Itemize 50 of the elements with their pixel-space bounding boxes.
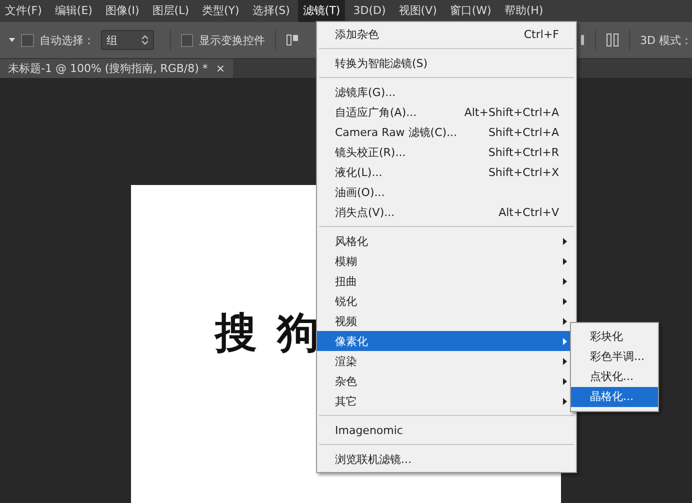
menu-item[interactable]: 油画(O)... xyxy=(317,182,576,202)
submenu-arrow-icon xyxy=(563,278,567,284)
menu-item[interactable]: 晶格化... xyxy=(571,387,658,407)
menu-item[interactable]: 文件(F) xyxy=(0,0,47,22)
checkbox[interactable] xyxy=(21,34,34,46)
menu-item[interactable]: 窗口(W) xyxy=(444,0,496,22)
checkbox[interactable] xyxy=(180,34,193,46)
align-icon[interactable] xyxy=(286,33,299,47)
menu-item[interactable]: 滤镜库(G)... xyxy=(317,82,576,102)
show-transform-label: 显示变换控件 xyxy=(198,32,265,48)
menu-item[interactable]: 模糊 xyxy=(317,251,576,271)
submenu-arrow-icon xyxy=(563,338,567,344)
caret-icon[interactable] xyxy=(8,37,16,43)
submenu-arrow-icon xyxy=(563,358,567,364)
menu-item[interactable]: 编辑(E) xyxy=(50,0,98,22)
submenu-arrow-icon xyxy=(563,378,567,384)
distribute-icon[interactable] xyxy=(580,33,586,47)
group-dropdown[interactable]: 组 xyxy=(100,30,154,50)
mode-label: 3D 模式： xyxy=(640,32,692,48)
menu-item[interactable]: Camera Raw 滤镜(C)... Shift+Ctrl+A xyxy=(317,122,576,142)
menu-item[interactable]: Imagenomic xyxy=(317,420,576,440)
menu-item[interactable]: 转换为智能滤镜(S) xyxy=(317,53,576,73)
menu-item[interactable]: 风格化 xyxy=(317,231,576,251)
menu-item[interactable]: 滤镜(T) xyxy=(298,0,346,22)
auto-select-label: 自动选择： xyxy=(40,32,95,48)
spinner-arrows-icon xyxy=(142,35,148,45)
menu-item[interactable]: 镜头校正(R)... Shift+Ctrl+R xyxy=(317,142,576,162)
menu-item[interactable]: 自适应广角(A)... Alt+Shift+Ctrl+A xyxy=(317,102,576,122)
submenu-arrow-icon xyxy=(563,318,567,324)
menu-item[interactable]: 视图(V) xyxy=(394,0,442,22)
menu-item[interactable]: 点状化... xyxy=(571,367,658,387)
menu-item[interactable]: 液化(L)... Shift+Ctrl+X xyxy=(317,162,576,182)
menu-item[interactable]: 浏览联机滤镜... xyxy=(317,449,576,469)
menu-item[interactable]: 图像(I) xyxy=(100,0,144,22)
menu-item[interactable]: 消失点(V)... Alt+Ctrl+V xyxy=(317,202,576,222)
menu-item[interactable]: 类型(Y) xyxy=(197,0,244,22)
distribute-icon[interactable] xyxy=(606,32,620,48)
submenu-arrow-icon xyxy=(563,298,567,304)
menu-item[interactable]: 帮助(H) xyxy=(499,0,548,22)
submenu-arrow-icon xyxy=(563,398,567,404)
submenu-arrow-icon xyxy=(563,258,567,264)
menu-item[interactable]: 添加杂色 Ctrl+F xyxy=(317,24,576,44)
menu-item[interactable]: 选择(S) xyxy=(247,0,295,22)
close-button[interactable]: × xyxy=(216,62,226,75)
menu-item[interactable]: 图层(L) xyxy=(147,0,194,22)
submenu-arrow-icon xyxy=(563,238,567,244)
menu-item[interactable]: 3D(D) xyxy=(348,0,391,22)
menu-item[interactable]: 锐化 xyxy=(317,291,576,311)
document-tab[interactable]: 未标题-1 @ 100% (搜狗指南, RGB/8) * × xyxy=(0,59,234,78)
menu-item[interactable]: 扭曲 xyxy=(317,271,576,291)
